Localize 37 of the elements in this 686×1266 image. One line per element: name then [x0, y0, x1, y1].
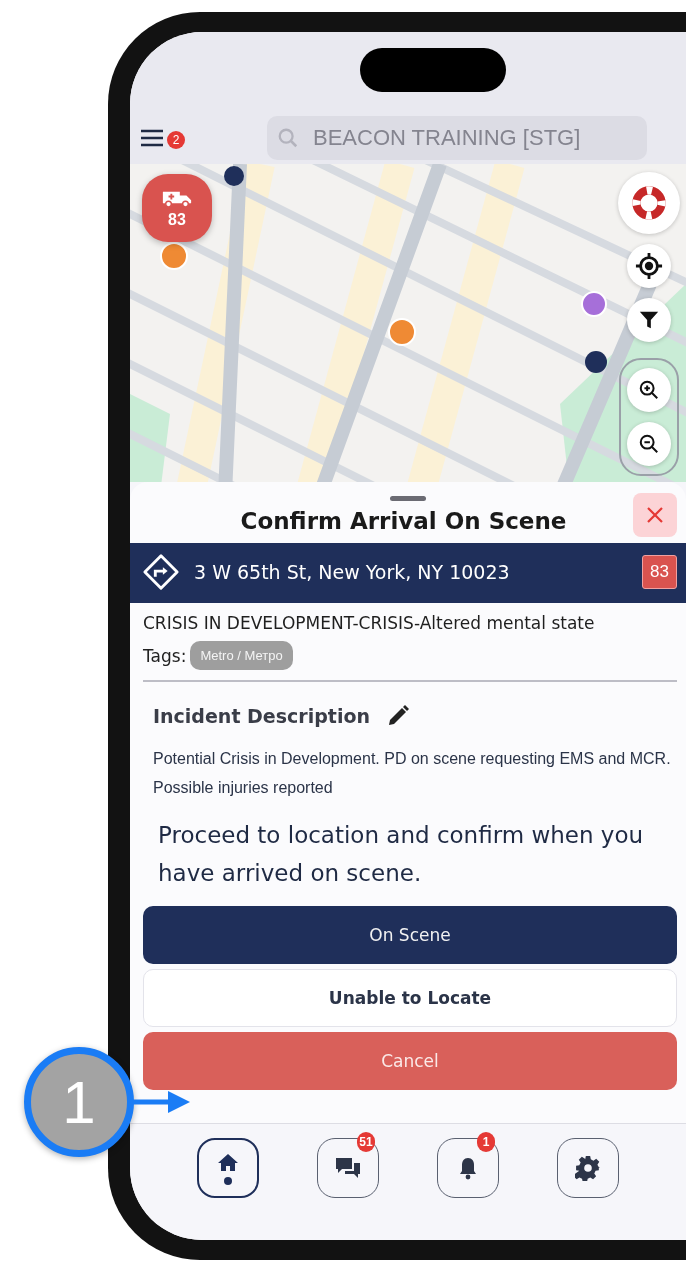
count-badge: 1 — [477, 1132, 495, 1152]
step-number: 1 — [24, 1047, 134, 1157]
tag-chip: Metro / Метро — [190, 641, 293, 670]
on-scene-button[interactable]: On Scene — [143, 906, 677, 964]
zoom-in-icon — [638, 379, 660, 401]
settings-icon — [575, 1155, 601, 1181]
map-pin[interactable] — [585, 351, 607, 373]
sheet-title: Confirm Arrival On Scene — [240, 508, 567, 534]
close-button[interactable] — [633, 493, 677, 537]
unit-number: 83 — [642, 555, 677, 589]
incident-description: Potential Crisis in Development. PD on scene requesting EMS and MCR. Possible injuries reported — [153, 749, 672, 798]
edit-icon[interactable] — [386, 704, 410, 728]
alerts-tab[interactable] — [437, 1138, 499, 1198]
zoom-out-icon — [638, 433, 660, 455]
messages-tab[interactable] — [317, 1138, 379, 1198]
map-pin[interactable] — [224, 166, 244, 186]
count-badge: 51 — [357, 1132, 375, 1152]
notification-badge: 2 — [167, 131, 185, 149]
directions-icon[interactable] — [142, 553, 180, 591]
close-icon — [645, 505, 665, 525]
drag-handle[interactable] — [390, 496, 426, 501]
settings-tab[interactable] — [557, 1138, 619, 1198]
locate-icon — [635, 252, 663, 280]
search-icon — [277, 127, 299, 149]
menu-icon[interactable] — [140, 129, 164, 147]
section-heading: Incident Description — [153, 705, 370, 727]
chat-icon — [334, 1156, 362, 1180]
search-field[interactable]: BEACON TRAINING [STG] — [267, 116, 647, 160]
active-dot — [224, 1177, 232, 1185]
instruction-text: Proceed to location and confirm when you have arrived on scene. — [158, 821, 645, 888]
lifebuoy-icon — [631, 185, 667, 221]
incident-address: 3 W 65th St, New York, NY 10023 — [194, 561, 511, 583]
tags-label: Tags: — [143, 645, 187, 666]
home-tab[interactable] — [197, 1138, 259, 1198]
filter-icon — [638, 309, 660, 331]
incident-type: CRISIS IN DEVELOPMENT-CRISIS-Altered mental state — [143, 612, 596, 635]
unable-to-locate-button[interactable]: Unable to Locate — [143, 969, 677, 1027]
